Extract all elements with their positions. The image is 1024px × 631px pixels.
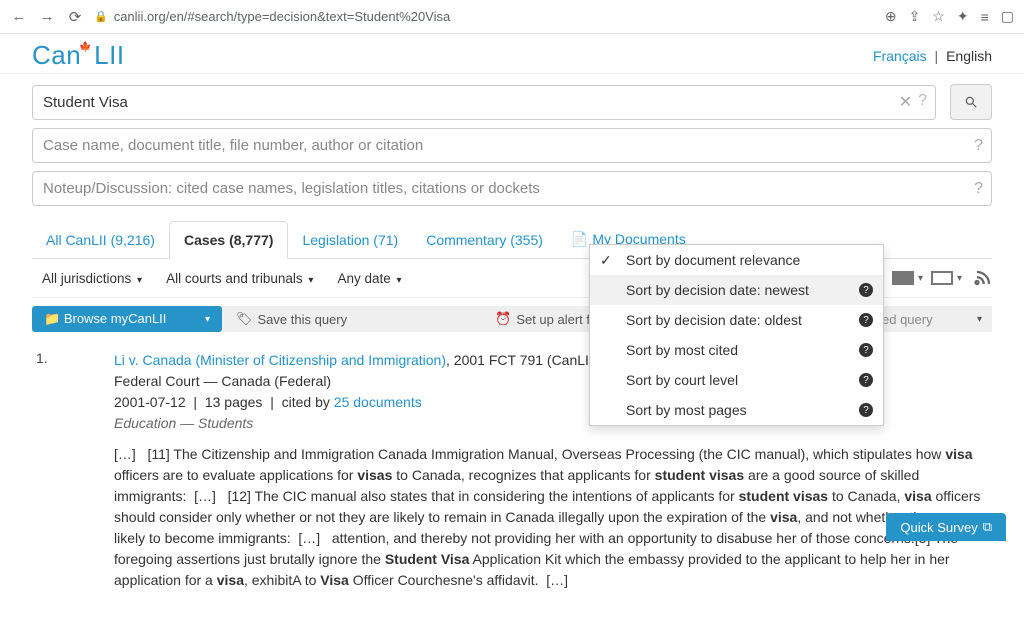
share-icon[interactable]: ⇪ <box>909 8 921 25</box>
folder-icon: 📁 <box>44 311 60 326</box>
sort-option[interactable]: ✓Sort by document relevance <box>590 245 883 275</box>
lang-en[interactable]: English <box>946 48 992 64</box>
browse-mycanlii[interactable]: 📁 Browse myCanLII ▾ <box>32 306 222 332</box>
rss-icon[interactable] <box>974 269 992 287</box>
help-badge[interactable]: ? <box>859 403 873 417</box>
tab-commentary[interactable]: Commentary (355) <box>412 222 557 258</box>
sort-option[interactable]: Sort by most pages? <box>590 395 883 425</box>
document-icon: 📄 <box>571 231 588 247</box>
help-icon[interactable]: ? <box>974 137 983 155</box>
save-query[interactable]: 🏷Save this query <box>222 306 361 332</box>
help-icon[interactable]: ? <box>974 180 983 198</box>
view-detailed-icon[interactable] <box>892 271 914 285</box>
extensions-icon[interactable]: ✦ <box>957 8 969 25</box>
filter-courts[interactable]: All courts and tribunals ▾ <box>166 271 313 286</box>
result-snippet: […] [11] The Citizenship and Immigration… <box>114 444 992 591</box>
view-compact-icon[interactable] <box>931 271 953 285</box>
forward-icon[interactable]: → <box>38 8 56 25</box>
tag-icon: 🏷 <box>236 311 253 327</box>
tab-legislation[interactable]: Legislation (71) <box>288 222 412 258</box>
help-badge[interactable]: ? <box>859 373 873 387</box>
quick-survey-button[interactable]: Quick Survey ⧉ <box>886 513 1006 541</box>
clock-icon: ⏰ <box>495 311 511 327</box>
sort-option[interactable]: Sort by most cited? <box>590 335 883 365</box>
leaf-icon: 🍁 <box>79 42 92 53</box>
tab-all[interactable]: All CanLII (9,216) <box>32 222 169 258</box>
search-input[interactable]: Student Visa ✕ ? <box>32 85 936 120</box>
sort-option[interactable]: Sort by decision date: newest? <box>590 275 883 305</box>
external-icon: ⧉ <box>983 519 992 535</box>
browser-toolbar: ← → ⟳ 🔒 canlii.org/en/#search/type=decis… <box>0 0 1024 34</box>
view-toggle: ▾ ▾ <box>892 269 992 287</box>
address-bar[interactable]: 🔒 canlii.org/en/#search/type=decision&te… <box>94 9 875 24</box>
menu-icon[interactable]: ≡ <box>981 9 989 25</box>
help-icon[interactable]: ? <box>918 92 927 112</box>
window-icon[interactable]: ▢ <box>1001 8 1014 25</box>
cited-link[interactable]: 25 documents <box>334 394 422 410</box>
header: Can🍁LII Français | English <box>0 34 1024 74</box>
result-title[interactable]: Li v. Canada (Minister of Citizenship an… <box>114 352 446 368</box>
clear-icon[interactable]: ✕ <box>899 92 912 112</box>
case-name-input[interactable]: Case name, document title, file number, … <box>32 128 992 163</box>
sort-option[interactable]: Sort by decision date: oldest? <box>590 305 883 335</box>
help-badge[interactable]: ? <box>859 313 873 327</box>
browser-actions: ⊕ ⇪ ☆ ✦ ≡ ▢ <box>885 8 1014 25</box>
filter-date[interactable]: Any date ▾ <box>337 271 401 286</box>
help-badge[interactable]: ? <box>859 343 873 357</box>
result-index: 1. <box>32 350 104 591</box>
back-icon[interactable]: ← <box>10 8 28 25</box>
tab-cases[interactable]: Cases (8,777) <box>169 221 289 259</box>
noteup-input[interactable]: Noteup/Discussion: cited case names, leg… <box>32 171 992 206</box>
zoom-icon[interactable]: ⊕ <box>885 8 897 25</box>
lock-icon: 🔒 <box>94 10 108 23</box>
reload-icon[interactable]: ⟳ <box>66 8 84 26</box>
search-query: Student Visa <box>43 94 128 111</box>
url-text: canlii.org/en/#search/type=decision&text… <box>114 9 451 24</box>
check-icon: ✓ <box>600 252 612 269</box>
result-citation: , 2001 FCT 791 (CanLII) <box>446 352 597 368</box>
filter-jurisdictions[interactable]: All jurisdictions ▾ <box>42 271 142 286</box>
logo[interactable]: Can🍁LII <box>32 40 125 71</box>
lang-fr[interactable]: Français <box>873 48 927 64</box>
refine-query[interactable]: ed query ▾ <box>872 306 992 332</box>
search-button[interactable] <box>950 84 992 120</box>
language-switch: Français | English <box>873 48 992 64</box>
star-icon[interactable]: ☆ <box>932 8 945 25</box>
search-icon <box>964 95 978 109</box>
help-badge[interactable]: ? <box>859 283 873 297</box>
sort-option[interactable]: Sort by court level? <box>590 365 883 395</box>
sort-dropdown: ✓Sort by document relevanceSort by decis… <box>589 244 884 426</box>
